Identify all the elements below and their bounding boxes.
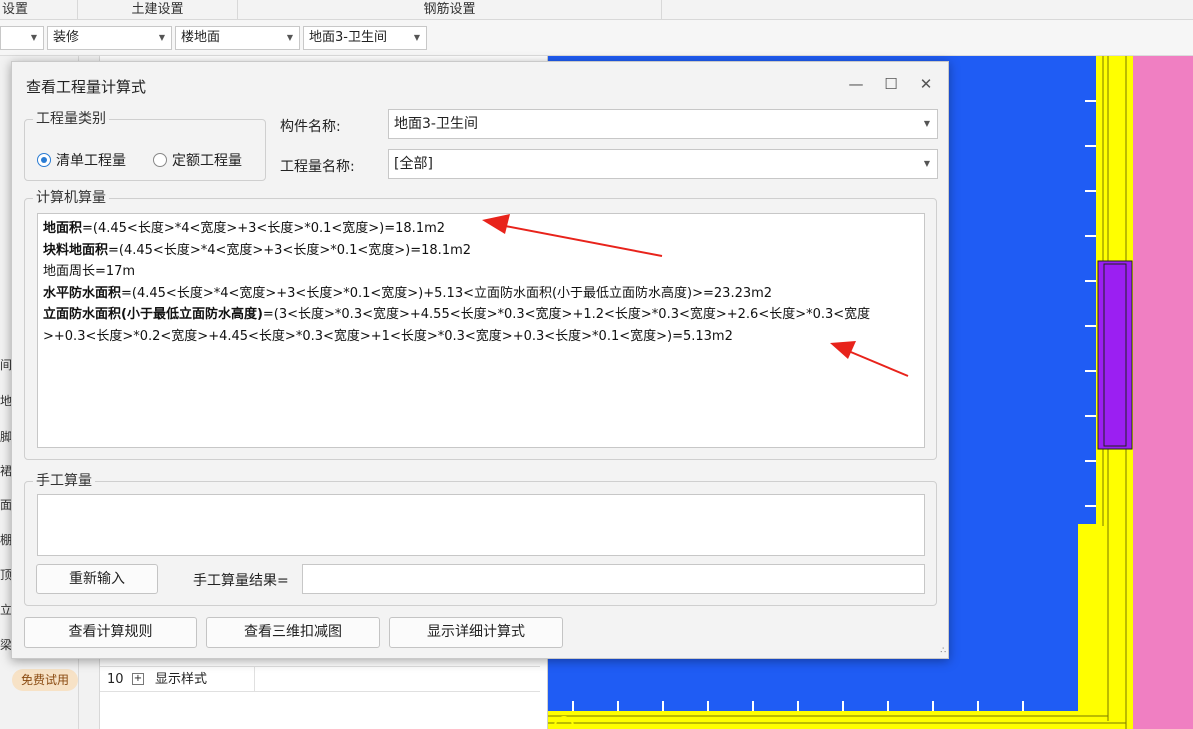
divider — [254, 667, 255, 692]
quantity-formula-dialog: 查看工程量计算式 — ☐ ✕ 工程量类别 清单工程量 定额工程量 构件名称: 地… — [11, 61, 949, 659]
manual-result-input[interactable] — [302, 564, 925, 594]
red-arrow-1 — [499, 224, 663, 257]
view-calc-rules-button[interactable]: 查看计算规则 — [24, 617, 197, 648]
red-arrow-head-2 — [830, 341, 856, 359]
menu-settings[interactable]: 设置 — [0, 0, 78, 20]
floor-combo[interactable]: ▼ — [0, 26, 44, 50]
manual-calc-input[interactable] — [37, 494, 925, 556]
row-label: 显示样式 — [155, 672, 208, 687]
purple-element — [1097, 260, 1133, 450]
pink-region — [1133, 56, 1193, 729]
group-legend: 手工算量 — [33, 472, 95, 490]
red-arrow-2 — [845, 349, 909, 377]
reenter-button[interactable]: 重新输入 — [36, 564, 158, 594]
top-menu-bar: 设置 土建设置 钢筋设置 — [0, 0, 1193, 20]
menu-civil-settings[interactable]: 土建设置 — [78, 0, 238, 20]
show-detailed-formula-button[interactable]: 显示详细计算式 — [389, 617, 563, 648]
red-arrow-head-1 — [482, 214, 510, 234]
type-combo[interactable]: 楼地面 ▼ — [175, 26, 300, 50]
chevron-down-icon: ▼ — [413, 33, 420, 42]
component-combo[interactable]: 地面3-卫生间 ▼ — [303, 26, 427, 50]
expand-icon[interactable]: + — [132, 673, 144, 685]
free-trial-badge[interactable]: 免费试用 — [12, 669, 78, 691]
row-index: 10 — [107, 672, 124, 687]
menu-rebar-settings[interactable]: 钢筋设置 — [238, 0, 662, 20]
table-row[interactable]: 10 + 显示样式 — [100, 666, 540, 692]
chevron-down-icon: ▼ — [30, 33, 37, 42]
manual-result-label: 手工算量结果= — [193, 573, 289, 589]
view-3d-deduction-button[interactable]: 查看三维扣减图 — [206, 617, 380, 648]
category-combo[interactable]: 装修 ▼ — [47, 26, 172, 50]
resize-grip-icon[interactable]: ∴ — [940, 646, 946, 656]
chevron-down-icon: ▼ — [158, 33, 165, 42]
chevron-down-icon: ▼ — [286, 33, 293, 42]
manual-calc-group: 手工算量 重新输入 手工算量结果= — [24, 472, 937, 606]
filter-toolbar: ▼ 装修 ▼ 楼地面 ▼ 地面3-卫生间 ▼ — [0, 20, 1193, 56]
